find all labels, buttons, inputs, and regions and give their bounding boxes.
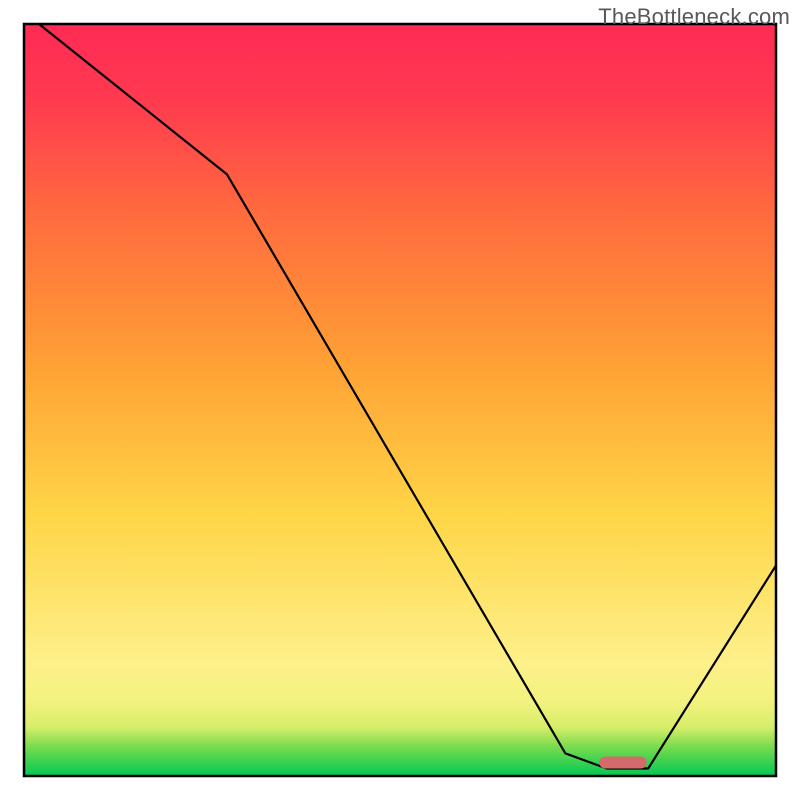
chart-container: TheBottleneck.com	[0, 0, 800, 800]
plot-gradient	[24, 24, 776, 776]
red-pill	[599, 756, 646, 768]
bottleneck-chart	[0, 0, 800, 800]
watermark-text: TheBottleneck.com	[598, 4, 790, 30]
